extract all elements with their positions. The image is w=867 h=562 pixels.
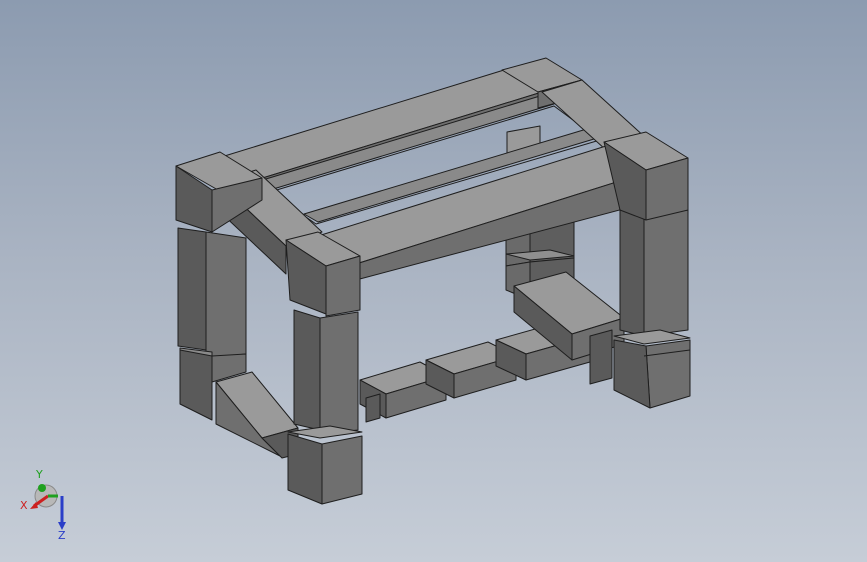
y-axis-label: Y xyxy=(35,468,43,481)
graphics-viewport[interactable]: Y X Z xyxy=(0,0,867,562)
axis-triad[interactable]: Y X Z xyxy=(18,466,78,542)
y-axis-knob xyxy=(38,484,46,492)
table-frame-model[interactable] xyxy=(0,0,867,562)
x-axis-label: X xyxy=(20,499,28,512)
left-lower-rail xyxy=(215,371,299,459)
front-left-leg xyxy=(285,231,363,505)
front-right-leg xyxy=(613,203,691,409)
z-axis-label: Z xyxy=(58,529,66,542)
